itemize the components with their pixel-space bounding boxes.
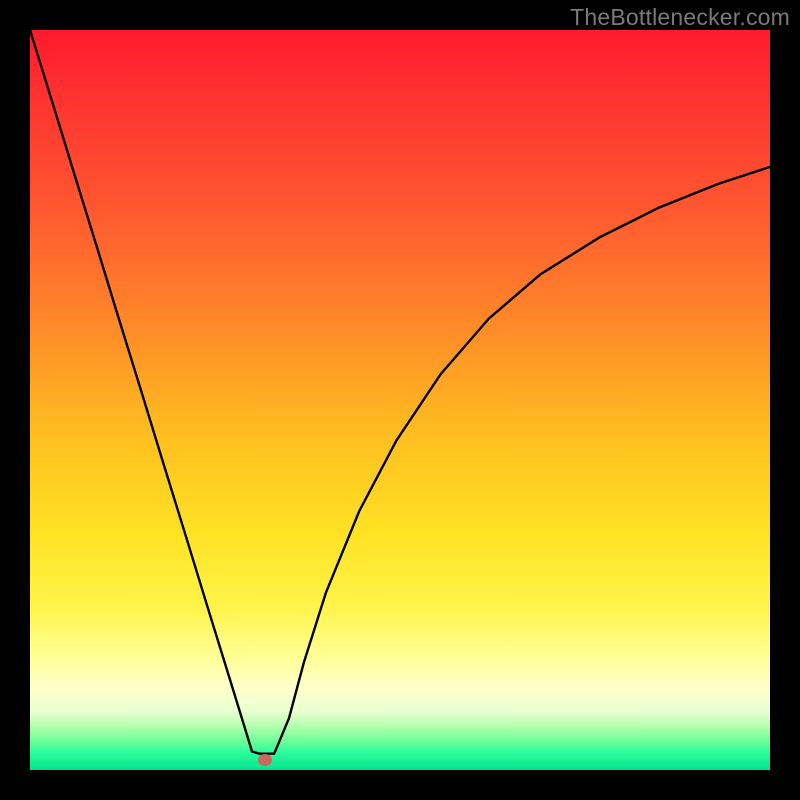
bottleneck-curve [30,30,770,770]
chart-frame: TheBottlenecker.com [0,0,800,800]
plot-area [30,30,770,770]
optimal-point-marker [258,754,272,766]
watermark-label: TheBottlenecker.com [570,4,790,31]
